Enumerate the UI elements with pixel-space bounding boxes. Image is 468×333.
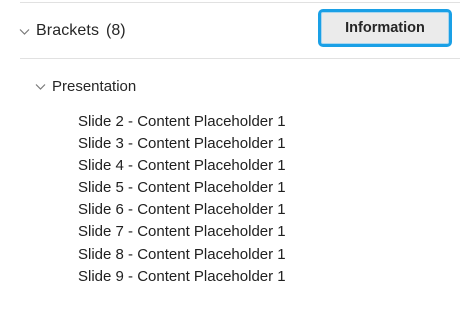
presentation-group-header[interactable]: Presentation <box>34 74 136 98</box>
list-item[interactable]: Slide 8 - Content Placeholder 1 <box>78 244 286 266</box>
list-item[interactable]: Slide 4 - Content Placeholder 1 <box>78 155 286 177</box>
brackets-section-header[interactable]: Brackets (8) <box>18 18 126 44</box>
list-item[interactable]: Slide 3 - Content Placeholder 1 <box>78 133 286 155</box>
list-item[interactable]: Slide 2 - Content Placeholder 1 <box>78 111 286 133</box>
section-divider <box>20 58 460 59</box>
chevron-down-icon[interactable] <box>34 80 47 93</box>
slide-item-list: Slide 2 - Content Placeholder 1 Slide 3 … <box>78 111 286 288</box>
list-item[interactable]: Slide 9 - Content Placeholder 1 <box>78 266 286 288</box>
section-title: Brackets <box>36 22 100 39</box>
information-button[interactable]: Information <box>318 9 452 47</box>
group-title: Presentation <box>52 77 137 95</box>
list-item[interactable]: Slide 5 - Content Placeholder 1 <box>78 177 286 199</box>
list-item[interactable]: Slide 7 - Content Placeholder 1 <box>78 221 286 243</box>
chevron-down-icon[interactable] <box>18 25 31 38</box>
list-item[interactable]: Slide 6 - Content Placeholder 1 <box>78 199 286 221</box>
section-count: (8) <box>106 22 126 39</box>
top-divider <box>20 2 460 3</box>
